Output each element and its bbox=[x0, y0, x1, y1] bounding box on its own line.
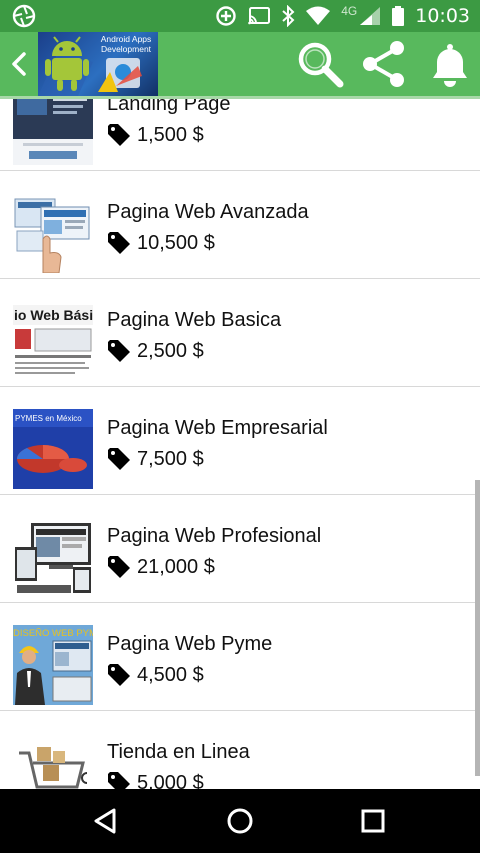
system-nav-bar bbox=[0, 789, 480, 853]
thumbnail-landing-page bbox=[13, 99, 93, 165]
status-icons: 4G 10:03 bbox=[215, 0, 470, 32]
wifi-icon bbox=[306, 6, 331, 25]
item-title: Landing Page bbox=[107, 99, 231, 115]
price-tag-icon bbox=[108, 772, 130, 789]
price-value: 10,500 $ bbox=[137, 231, 215, 254]
thumb-caption-empresarial: PYMES en México bbox=[15, 414, 82, 423]
price-value: 7,500 $ bbox=[137, 447, 204, 470]
list-item-pagina-web-basica[interactable]: io Web Bási Pagina Web Basica 2,500 $ bbox=[0, 279, 480, 387]
app-bar: Android Apps Development bbox=[0, 32, 480, 96]
logo-text: Android Apps Development bbox=[100, 34, 152, 54]
list-item-landing-page[interactable]: Landing Page 1,500 $ bbox=[0, 99, 480, 171]
status-time: 10:03 bbox=[415, 5, 470, 27]
scrollbar[interactable] bbox=[475, 480, 480, 776]
thumb-caption-pyme: DISEÑO WEB PYME bbox=[13, 628, 93, 639]
item-title: Pagina Web Basica bbox=[107, 309, 282, 331]
item-title: Tienda en Linea bbox=[107, 741, 250, 763]
thumbnail-pagina-web-basica: io Web Bási bbox=[13, 301, 93, 381]
list-item-pagina-web-profesional[interactable]: Pagina Web Profesional 21,000 $ bbox=[0, 495, 480, 603]
product-list[interactable]: Landing Page 1,500 $ Pagina Web Avanzada… bbox=[0, 99, 480, 789]
notification-bell-icon[interactable] bbox=[424, 38, 476, 90]
nav-recents-icon[interactable] bbox=[357, 805, 389, 837]
item-price: 21,000 $ bbox=[107, 553, 215, 581]
battery-icon bbox=[392, 6, 405, 26]
nav-back-icon[interactable] bbox=[90, 805, 122, 837]
price-tag-icon bbox=[108, 556, 130, 578]
price-value: 1,500 $ bbox=[137, 123, 204, 146]
network-type-label: 4G bbox=[341, 4, 358, 18]
price-tag-icon bbox=[108, 340, 130, 362]
status-bar: 4G 10:03 bbox=[0, 0, 480, 32]
signal-icon bbox=[360, 7, 381, 25]
app-logo: Android Apps Development bbox=[38, 32, 158, 96]
data-saver-icon bbox=[216, 6, 236, 26]
item-title: Pagina Web Pyme bbox=[107, 633, 273, 655]
aperture-icon bbox=[12, 4, 36, 28]
search-icon[interactable] bbox=[294, 38, 346, 90]
price-value: 4,500 $ bbox=[137, 663, 204, 686]
bluetooth-icon bbox=[282, 5, 295, 27]
item-price: 7,500 $ bbox=[107, 445, 204, 473]
price-value: 21,000 $ bbox=[137, 555, 215, 578]
item-title: Pagina Web Avanzada bbox=[107, 201, 309, 223]
share-icon[interactable] bbox=[358, 38, 410, 90]
list-item-tienda-en-linea[interactable]: Tienda en Linea 5,000 $ bbox=[0, 711, 480, 789]
item-title: Pagina Web Empresarial bbox=[107, 417, 328, 439]
thumb-caption-basica: io Web Bási bbox=[14, 307, 93, 323]
thumbnail-pagina-web-profesional bbox=[13, 517, 93, 597]
price-value: 5,000 $ bbox=[137, 771, 204, 790]
thumbnail-pagina-web-avanzada bbox=[13, 193, 93, 273]
back-arrow-icon[interactable] bbox=[6, 48, 34, 80]
item-price: 5,000 $ bbox=[107, 769, 204, 789]
price-tag-icon bbox=[108, 124, 130, 146]
price-tag-icon bbox=[108, 664, 130, 686]
item-price: 1,500 $ bbox=[107, 121, 204, 149]
nav-home-icon[interactable] bbox=[224, 805, 256, 837]
price-tag-icon bbox=[108, 232, 130, 254]
price-value: 2,500 $ bbox=[137, 339, 204, 362]
thumbnail-pagina-web-pyme: DISEÑO WEB PYME bbox=[13, 625, 93, 705]
item-price: 2,500 $ bbox=[107, 337, 204, 365]
list-item-pagina-web-pyme[interactable]: DISEÑO WEB PYME Pagina Web Pyme 4,5 bbox=[0, 603, 480, 711]
item-price: 10,500 $ bbox=[107, 229, 215, 257]
item-title: Pagina Web Profesional bbox=[107, 525, 322, 547]
thumbnail-tienda-en-linea bbox=[13, 733, 93, 789]
list-item-pagina-web-avanzada[interactable]: Pagina Web Avanzada 10,500 $ bbox=[0, 171, 480, 279]
item-price: 4,500 $ bbox=[107, 661, 204, 689]
cast-icon bbox=[248, 7, 271, 25]
thumbnail-pagina-web-empresarial: PYMES en México bbox=[13, 409, 93, 489]
list-item-pagina-web-empresarial[interactable]: PYMES en México Pagina Web Empresarial 7… bbox=[0, 387, 480, 495]
price-tag-icon bbox=[108, 448, 130, 470]
